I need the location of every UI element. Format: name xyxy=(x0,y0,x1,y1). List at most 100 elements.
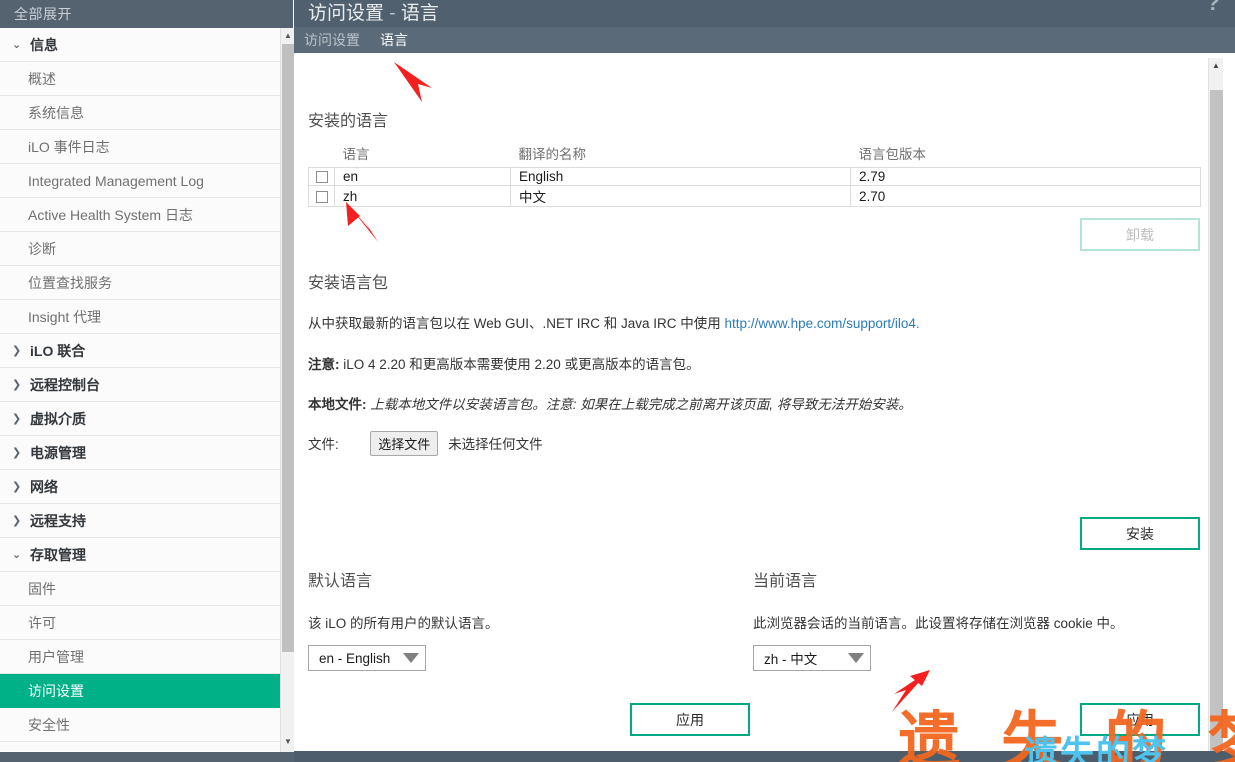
sidebar-item-4[interactable]: Integrated Management Log xyxy=(0,164,280,198)
ilo-language-settings-page: 全部展开 ⌄ 信息概述系统信息 iLO 事件日志 Integrated Managem… xyxy=(0,0,1235,762)
sidebar-item-12[interactable]: ❯ 电源管理 xyxy=(0,436,280,470)
sidebar-item-9[interactable]: ❯ iLO 联合 xyxy=(0,334,280,368)
sidebar-item-label: Active Health System 日志 xyxy=(28,207,193,223)
sidebar-item-2[interactable]: 系统信息 xyxy=(0,96,280,130)
sidebar-scroll-thumb[interactable] xyxy=(282,44,294,652)
sidebar-item-label: 访问设置 xyxy=(28,683,84,699)
row-checkbox[interactable] xyxy=(315,171,328,184)
sidebar: 全部展开 ⌄ 信息概述系统信息 iLO 事件日志 Integrated Managem… xyxy=(0,0,295,762)
table-header-version: 语言包版本 xyxy=(850,143,1201,168)
content-inner: 安装的语言 语言 翻译的名称 语言包版本 en English 2.79 zh … xyxy=(294,53,1206,762)
row-version: 2.70 xyxy=(850,185,1201,207)
installed-languages-table: 语言 翻译的名称 语言包版本 en English 2.79 zh 中文 2.7… xyxy=(308,143,1201,207)
sidebar-item-label: 位置查找服务 xyxy=(28,275,112,291)
row-checkbox-cell[interactable] xyxy=(308,185,335,207)
file-label: 文件: xyxy=(308,437,339,452)
chevron-right-icon: ❯ xyxy=(12,345,22,357)
page-title: 访问设置 - 语言 xyxy=(308,1,439,27)
table-row[interactable]: en English 2.79 xyxy=(308,167,1201,186)
sidebar-item-6[interactable]: 诊断 xyxy=(0,232,280,266)
content-scrollbar[interactable]: ▲ xyxy=(1208,58,1223,762)
sidebar-item-5[interactable]: Active Health System 日志 xyxy=(0,198,280,232)
install-description: 从中获取最新的语言包以在 Web GUI、.NET IRC 和 Java IRC… xyxy=(308,312,920,332)
sidebar-item-14[interactable]: ❯ 远程支持 xyxy=(0,504,280,538)
row-checkbox-cell[interactable] xyxy=(308,167,335,186)
apply-button-left[interactable]: 应用 xyxy=(630,703,750,736)
sidebar-expand-all-button[interactable]: 全部展开 xyxy=(0,0,293,28)
tab-1[interactable]: 语言 xyxy=(370,27,418,53)
sidebar-item-label: 存取管理 xyxy=(30,547,86,563)
tab-bar: 访问设置 语言 xyxy=(294,27,1235,53)
default-language-selected-value: en - English xyxy=(319,650,391,666)
default-language-description: 该 iLO 的所有用户的默认语言。 xyxy=(308,616,499,631)
sidebar-item-11[interactable]: ❯ 虚拟介质 xyxy=(0,402,280,436)
sidebar-item-label: iLO 事件日志 xyxy=(28,139,110,155)
sidebar-item-label: 电源管理 xyxy=(30,445,86,461)
sidebar-item-15[interactable]: ⌄ 存取管理 xyxy=(0,538,280,572)
page-title-main: 访问设置 xyxy=(308,3,385,24)
installed-languages-title: 安装的语言 xyxy=(308,113,389,130)
sidebar-item-7[interactable]: 位置查找服务 xyxy=(0,266,280,300)
content-area: 安装的语言 语言 翻译的名称 语言包版本 en English 2.79 zh … xyxy=(294,53,1235,762)
local-file-text: 上载本地文件以安装语言包。注意: 如果在上载完成之前离开该页面, 将导致无法开始… xyxy=(366,397,912,412)
note-line: 注意: iLO 4 2.20 和更高版本需要使用 2.20 或更高版本的语言包。 xyxy=(308,353,700,373)
install-button[interactable]: 安装 xyxy=(1080,517,1200,550)
sidebar-item-label: 安全性 xyxy=(28,717,70,733)
sidebar-item-label: 固件 xyxy=(28,581,56,597)
current-language-description: 此浏览器会话的当前语言。此设置将存储在浏览器 cookie 中。 xyxy=(753,616,1124,631)
tab-0[interactable]: 访问设置 xyxy=(294,27,370,53)
sidebar-item-label: 用户管理 xyxy=(28,649,84,665)
row-language: zh xyxy=(334,185,511,207)
help-icon[interactable]: ? xyxy=(1207,0,1220,16)
table-row[interactable]: zh 中文 2.70 xyxy=(308,185,1201,207)
note-text: iLO 4 2.20 和更高版本需要使用 2.20 或更高版本的语言包。 xyxy=(339,357,700,372)
sidebar-item-10[interactable]: ❯ 远程控制台 xyxy=(0,368,280,402)
note-label: 注意: xyxy=(308,357,340,372)
page-title-sub: 语言 xyxy=(400,3,439,24)
uninstall-button[interactable]: 卸载 xyxy=(1080,218,1200,251)
chevron-down-icon xyxy=(848,653,864,663)
sidebar-item-20[interactable]: 安全性 xyxy=(0,708,280,742)
sidebar-scroll-up-arrow[interactable]: ▲ xyxy=(281,28,295,44)
sidebar-item-label: Insight 代理 xyxy=(28,309,102,325)
row-language: en xyxy=(334,167,511,186)
sidebar-item-label: 诊断 xyxy=(28,241,56,257)
sidebar-item-19[interactable]: 访问设置 xyxy=(0,674,280,708)
sidebar-item-16[interactable]: 固件 xyxy=(0,572,280,606)
page-header: 访问设置 - 语言 ? 访问设置 语言 xyxy=(294,0,1235,53)
sidebar-item-21[interactable]: 监控管理 xyxy=(0,742,280,751)
sidebar-item-0[interactable]: ⌄ 信息 xyxy=(0,28,280,62)
sidebar-item-label: 远程支持 xyxy=(30,513,86,529)
row-version: 2.79 xyxy=(850,167,1201,186)
row-translated-name: English xyxy=(510,167,851,186)
sidebar-item-8[interactable]: Insight 代理 xyxy=(0,300,280,334)
sidebar-item-label: 系统信息 xyxy=(28,105,84,121)
choose-file-button[interactable]: 选择文件 xyxy=(370,431,439,456)
sidebar-item-label: iLO 联合 xyxy=(30,343,86,359)
file-input-row: 文件: 选择文件 未选择任何文件 xyxy=(308,431,543,456)
sidebar-item-18[interactable]: 用户管理 xyxy=(0,640,280,674)
sidebar-item-1[interactable]: 概述 xyxy=(0,62,280,96)
apply-button-right[interactable]: 应用 xyxy=(1080,703,1200,736)
row-checkbox[interactable] xyxy=(315,190,328,203)
table-header-row: 语言 翻译的名称 语言包版本 xyxy=(308,143,1201,168)
chevron-right-icon: ❯ xyxy=(12,515,22,527)
chevron-right-icon: ❯ xyxy=(12,379,22,391)
chevron-right-icon: ❯ xyxy=(12,413,22,425)
sidebar-scrollbar[interactable]: ▲ ▼ xyxy=(280,28,295,762)
sidebar-item-label: 信息 xyxy=(30,37,58,53)
default-language-select[interactable]: en - English xyxy=(308,645,426,671)
sidebar-item-13[interactable]: ❯ 网络 xyxy=(0,470,280,504)
sidebar-scroll-down-arrow[interactable]: ▼ xyxy=(281,734,295,750)
content-scroll-thumb[interactable] xyxy=(1210,90,1223,762)
sidebar-item-label: 许可 xyxy=(28,615,56,631)
current-language-select[interactable]: zh - 中文 xyxy=(753,645,871,671)
chevron-down-icon xyxy=(403,653,419,663)
content-scroll-up-arrow[interactable]: ▲ xyxy=(1209,58,1223,73)
bottom-taskbar xyxy=(294,751,1235,762)
sidebar-item-17[interactable]: 许可 xyxy=(0,606,280,640)
hpe-support-link[interactable]: http://www.hpe.com/support/ilo4. xyxy=(725,316,920,331)
chevron-down-icon: ⌄ xyxy=(12,39,22,51)
sidebar-item-3[interactable]: iLO 事件日志 xyxy=(0,130,280,164)
sidebar-item-label: Integrated Management Log xyxy=(28,173,204,189)
